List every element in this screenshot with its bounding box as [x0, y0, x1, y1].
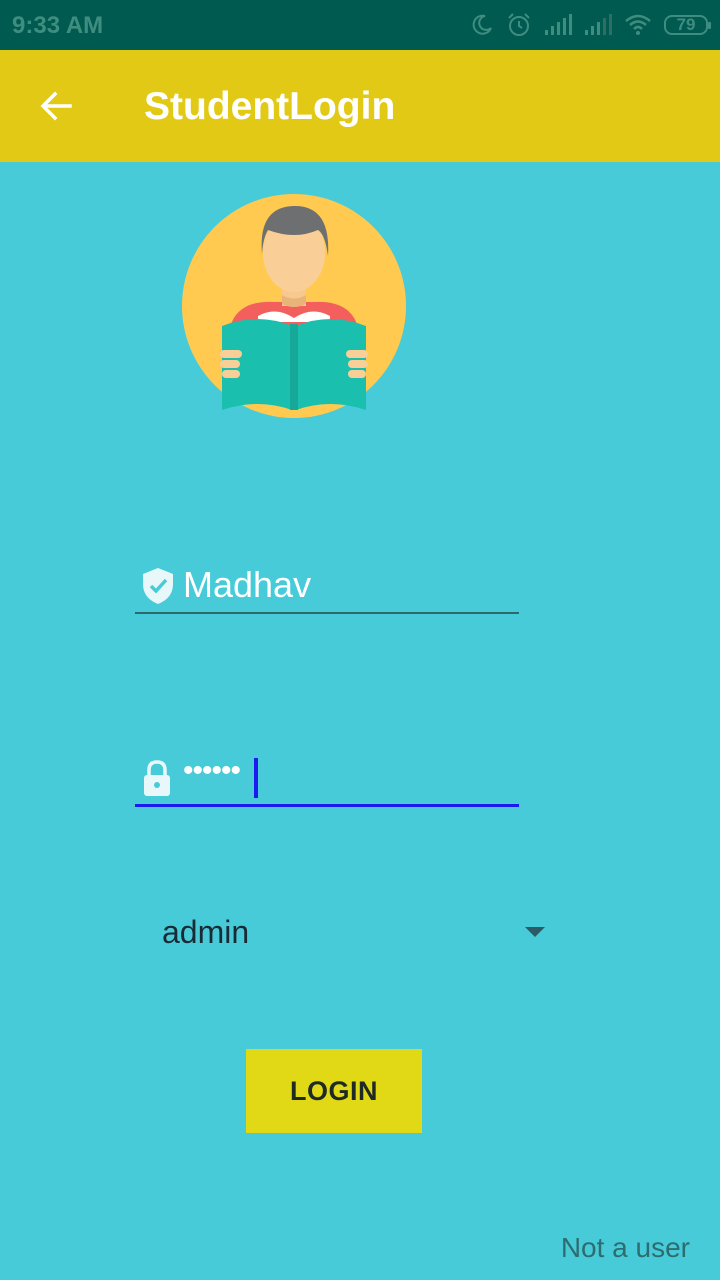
- student-avatar: [178, 192, 410, 424]
- status-icons: 79: [470, 10, 711, 40]
- signal-icon: [545, 14, 572, 35]
- password-value: ••••••: [183, 754, 241, 787]
- alarm-icon: [508, 13, 530, 36]
- status-bar: 9:33 AM 79: [0, 0, 720, 50]
- app-bar: StudentLogin: [0, 50, 720, 162]
- wifi-icon: [625, 14, 651, 35]
- battery-icon: 79: [664, 15, 711, 35]
- password-field[interactable]: ••••••: [135, 752, 519, 807]
- text-cursor: [254, 758, 258, 798]
- page-title: StudentLogin: [144, 85, 396, 128]
- role-spinner-value: admin: [162, 914, 250, 950]
- signal-icon: [585, 14, 612, 35]
- username-value: Madhav: [183, 564, 312, 605]
- back-button[interactable]: [24, 74, 88, 138]
- login-button[interactable]: LOGIN: [246, 1049, 422, 1133]
- role-spinner[interactable]: admin: [135, 900, 555, 964]
- battery-level: 79: [676, 15, 696, 34]
- lock-icon: [141, 759, 173, 802]
- moon-icon: [472, 14, 492, 35]
- status-time: 9:33 AM: [12, 12, 104, 39]
- dropdown-arrow-icon: [525, 927, 545, 937]
- verified-shield-icon: [141, 567, 175, 610]
- student-reading-avatar-icon: [182, 194, 406, 418]
- not-a-user-link[interactable]: Not a user: [561, 1232, 690, 1264]
- arrow-back-icon: [40, 91, 72, 121]
- username-field[interactable]: Madhav: [135, 560, 519, 614]
